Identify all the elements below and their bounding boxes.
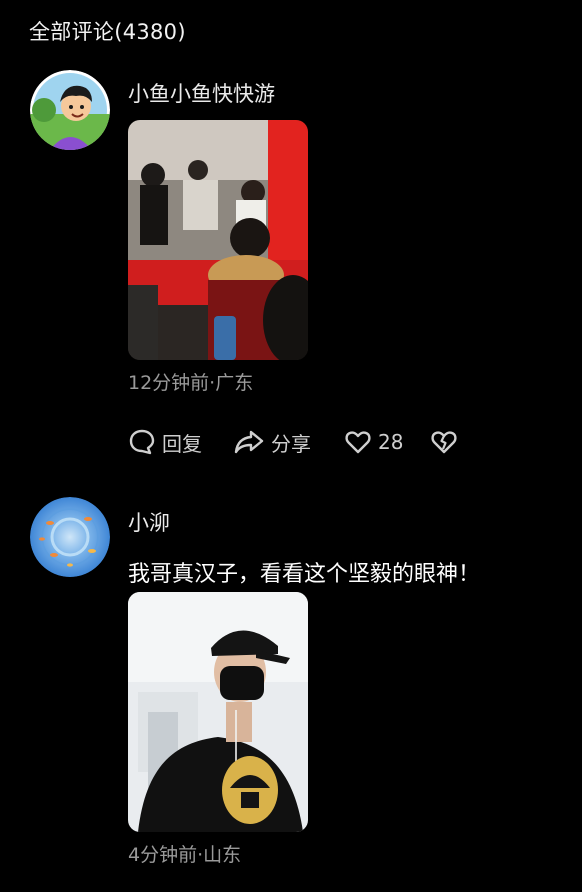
blue-fish-pattern-avatar-icon [30, 497, 110, 577]
share-arrow-icon [234, 430, 264, 454]
comments-header: 全部评论(4380) [29, 20, 186, 44]
man-black-cap-mask-photo-icon [128, 592, 308, 832]
avatar[interactable] [30, 497, 110, 577]
reply-button[interactable]: 回复 [128, 427, 202, 457]
comment-text: 我哥真汉子，看看这个坚毅的眼神！ [128, 562, 481, 587]
broken-heart-icon [431, 431, 457, 454]
dislike-button[interactable] [430, 427, 458, 457]
avatar[interactable] [30, 70, 110, 150]
comment-actions: 回复 分享 28 [128, 427, 488, 457]
like-count: 28 [378, 430, 404, 454]
cartoon-boy-avatar-icon [30, 70, 110, 150]
share-button[interactable]: 分享 [233, 427, 311, 457]
comment-image[interactable] [128, 592, 308, 832]
event-crowd-photo-icon [128, 120, 308, 360]
heart-icon [345, 431, 371, 454]
comment-time-location: 12分钟前·广东 [128, 372, 254, 394]
comment-username[interactable]: 小泖 [128, 507, 170, 537]
share-label: 分享 [271, 431, 311, 456]
comment-time-location: 4分钟前·山东 [128, 844, 242, 866]
reply-bubble-icon [129, 429, 155, 455]
reply-label: 回复 [162, 431, 202, 456]
like-button[interactable]: 28 [344, 427, 403, 457]
comment-username[interactable]: 小鱼小鱼快快游 [128, 78, 275, 108]
comment-image[interactable] [128, 120, 308, 360]
